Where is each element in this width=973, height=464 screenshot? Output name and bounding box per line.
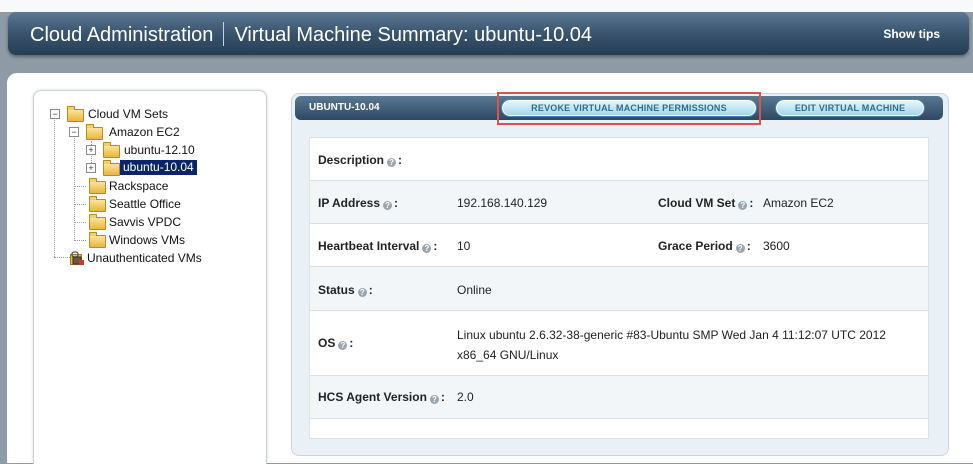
tree-item-label: Amazon EC2: [109, 125, 180, 139]
expand-icon[interactable]: +: [86, 163, 96, 173]
ip-address-value: 192.168.140.129: [457, 196, 548, 210]
tree-line: [74, 204, 86, 205]
grace-period-value: 3600: [763, 239, 790, 253]
folder-open-icon: [67, 106, 84, 122]
show-tips-link[interactable]: Show tips: [883, 27, 940, 41]
vm-tree: − Cloud VM Sets − Amazon EC2 + ubuntu-12…: [34, 91, 266, 464]
help-icon[interactable]: ?: [738, 201, 748, 210]
folder-icon: [89, 232, 106, 248]
field-label: Heartbeat Interval?:: [318, 239, 437, 253]
description-label: Description: [318, 153, 385, 167]
tree-line: [74, 222, 86, 223]
folder-open-icon: [86, 124, 103, 140]
help-icon[interactable]: ?: [422, 244, 432, 253]
colon: :: [394, 196, 399, 210]
colon: :: [433, 239, 438, 253]
detail-row-heartbeat: Heartbeat Interval?: 10 Grace Period?: 3…: [310, 224, 928, 267]
field-label: Cloud VM Set?:: [658, 196, 753, 210]
detail-row-description: Description?:: [310, 138, 928, 181]
collapse-icon[interactable]: −: [50, 109, 60, 119]
collapse-icon[interactable]: −: [69, 127, 79, 137]
title-separator: [223, 22, 225, 46]
top-strip: [0, 0, 973, 12]
edit-vm-button[interactable]: EDIT VIRTUAL MACHINE: [776, 100, 924, 116]
field-label: Description?:: [318, 153, 402, 167]
field-label: OS?:: [318, 336, 353, 350]
vm-tree-panel: − Cloud VM Sets − Amazon EC2 + ubuntu-12…: [33, 90, 267, 464]
heartbeat-interval-value: 10: [457, 239, 471, 253]
status-label: Status: [318, 283, 355, 297]
field-label: Status?:: [318, 283, 373, 297]
vm-details-table: Description?: IP Address?: 192.168.140.1…: [309, 137, 929, 439]
page-title: Virtual Machine Summary: ubuntu-10.04: [234, 24, 593, 46]
tree-line: [54, 257, 70, 258]
app-title: Cloud Administration: [30, 24, 214, 46]
heartbeat-interval-label: Heartbeat Interval: [318, 239, 420, 253]
unauthenticated-vm-icon: [70, 251, 84, 265]
cloud-vm-set-label: Cloud VM Set: [658, 196, 736, 210]
colon: :: [398, 153, 403, 167]
colon: :: [746, 239, 751, 253]
detail-row-ip: IP Address?: 192.168.140.129 Cloud VM Se…: [310, 181, 928, 224]
field-label: IP Address?:: [318, 196, 398, 210]
tree-item-label: ubuntu-12.10: [124, 143, 195, 157]
tree-item-label: Savvis VPDC: [109, 215, 182, 229]
expand-icon[interactable]: +: [86, 145, 96, 155]
tree-line: [74, 186, 86, 187]
agent-version-label: HCS Agent Version: [318, 390, 427, 404]
ip-address-label: IP Address: [318, 196, 381, 210]
help-icon[interactable]: ?: [387, 158, 397, 167]
app-header: Cloud Administration Virtual Machine Summ…: [8, 12, 969, 55]
os-value: Linux ubuntu 2.6.32-38-generic #83-Ubunt…: [457, 325, 886, 365]
os-value-line1: Linux ubuntu 2.6.32-38-generic #83-Ubunt…: [457, 328, 886, 342]
detail-row-os: OS?: Linux ubuntu 2.6.32-38-generic #83-…: [310, 311, 928, 376]
folder-icon: [89, 196, 106, 212]
status-value: Online: [457, 283, 492, 297]
field-label: HCS Agent Version?:: [318, 390, 445, 404]
colon: :: [440, 390, 445, 404]
agent-version-value: 2.0: [457, 390, 474, 404]
colon: :: [368, 283, 373, 297]
panel-title: UBUNTU-10.04: [309, 102, 380, 113]
os-label: OS: [318, 336, 336, 350]
highlight-box: [497, 92, 761, 125]
folder-icon: [103, 142, 120, 158]
help-icon[interactable]: ?: [338, 341, 348, 350]
tree-line: [74, 133, 75, 241]
colon: :: [749, 196, 754, 210]
tree-item-label: Windows VMs: [109, 233, 186, 247]
os-value-line2: x86_64 GNU/Linux: [457, 348, 559, 362]
tree-line: [74, 240, 86, 241]
tree-item-label: Cloud VM Sets: [88, 107, 169, 121]
grace-period-label: Grace Period: [658, 239, 733, 253]
tree-line: [54, 115, 55, 257]
help-icon[interactable]: ?: [383, 201, 393, 210]
folder-icon: [89, 178, 106, 194]
folder-icon: [103, 160, 120, 176]
colon: :: [349, 336, 354, 350]
help-icon[interactable]: ?: [735, 244, 745, 253]
tree-item-label: ubuntu-10.04: [120, 160, 197, 175]
tree-item-label: Rackspace: [109, 179, 169, 193]
field-label: Grace Period?:: [658, 239, 751, 253]
tree-item-label: Seattle Office: [109, 197, 181, 211]
detail-row-agent-version: HCS Agent Version?: 2.0: [310, 376, 928, 419]
folder-icon: [89, 214, 106, 230]
detail-row-status: Status?: Online: [310, 267, 928, 311]
help-icon[interactable]: ?: [429, 395, 439, 404]
cloud-vm-set-value: Amazon EC2: [763, 196, 834, 210]
tree-item-label: Unauthenticated VMs: [87, 251, 202, 265]
help-icon[interactable]: ?: [357, 288, 367, 297]
header-title: Cloud Administration Virtual Machine Summ…: [30, 22, 592, 47]
